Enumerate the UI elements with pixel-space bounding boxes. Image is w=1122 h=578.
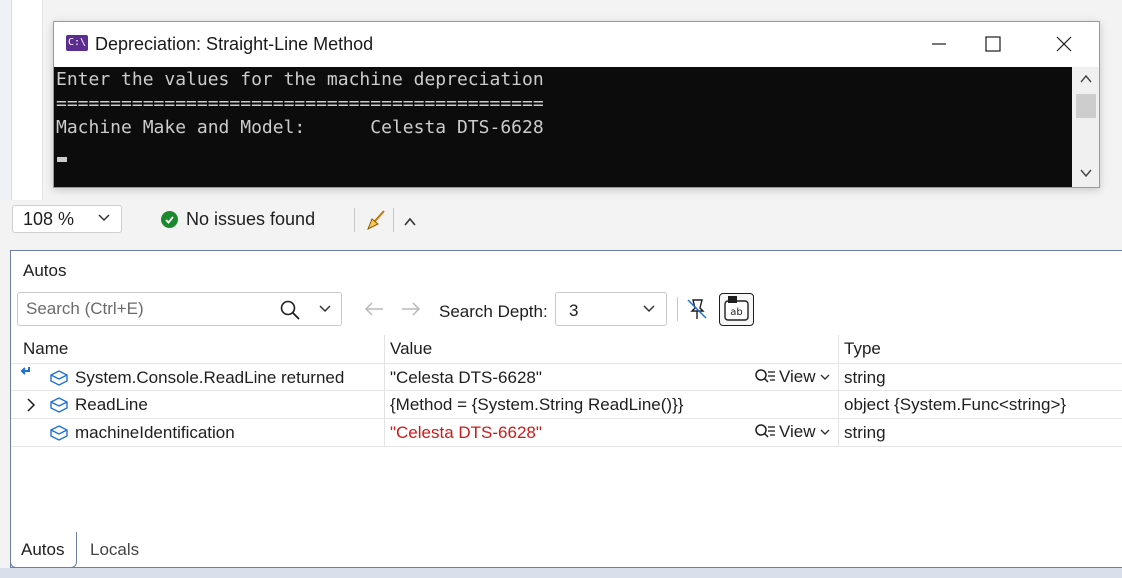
visualizer-view-button[interactable]: View [754, 367, 831, 387]
chevron-down-icon [820, 374, 830, 380]
console-window[interactable]: C:\ Depreciation: Straight-Line Method E… [53, 21, 1100, 188]
divider [677, 297, 678, 321]
close-icon [1056, 36, 1072, 52]
console-scrollbar[interactable] [1072, 67, 1099, 187]
minimize-button[interactable] [916, 22, 962, 66]
text-visualizer-icon [755, 424, 775, 438]
divider [354, 208, 355, 232]
column-header-value[interactable]: Value [390, 339, 432, 359]
bottom-border [0, 568, 1122, 578]
tab-autos[interactable]: Autos [10, 532, 77, 568]
row-type: string [844, 423, 886, 442]
chevron-down-icon [820, 429, 830, 435]
zoom-dropdown[interactable]: 108 % [12, 205, 122, 233]
text-visualizer-icon [755, 369, 775, 383]
chevron-down-icon [98, 214, 110, 222]
object-icon [50, 370, 68, 386]
search-box[interactable] [17, 292, 342, 326]
autos-window: Autos Search Depth: 3 ab Name Value Type… [10, 250, 1122, 568]
arrow-right-icon[interactable] [400, 301, 422, 317]
console-window-title: Depreciation: Straight-Line Method [95, 34, 374, 54]
broom-icon [367, 210, 385, 231]
console-titlebar[interactable]: C:\ Depreciation: Straight-Line Method [54, 22, 1099, 66]
grid-header: Name Value Type [11, 335, 1122, 363]
chevron-down-icon [643, 305, 655, 313]
pin-icon [687, 299, 707, 319]
object-icon [50, 397, 68, 413]
column-header-type[interactable]: Type [844, 339, 881, 359]
close-button[interactable] [1041, 22, 1087, 66]
row-name: ReadLine [75, 395, 148, 414]
object-icon [50, 425, 68, 441]
scroll-up-icon [1080, 74, 1092, 83]
console-line: ========================================… [56, 93, 544, 114]
expand-button[interactable] [403, 212, 417, 233]
row-type: string [844, 368, 886, 387]
scrollbar-thumb[interactable] [1076, 94, 1096, 118]
table-row[interactable]: machineIdentification "Celesta DTS-6628"… [11, 419, 1122, 447]
svg-text:ab: ab [730, 307, 742, 318]
row-value-changed: "Celesta DTS-6628" [390, 423, 542, 442]
row-type: object {System.Func<string>} [844, 395, 1067, 414]
code-cleanup-button[interactable] [364, 208, 388, 237]
issues-status[interactable]: No issues found [186, 209, 315, 230]
row-value: "Celesta DTS-6628" [390, 368, 542, 387]
row-name: System.Console.ReadLine returned [75, 368, 345, 387]
view-label: View [779, 367, 816, 386]
check-circle-icon [161, 211, 178, 228]
console-cursor [57, 157, 67, 162]
visualizer-view-button[interactable]: View [754, 422, 831, 442]
panel-title: Autos [23, 261, 67, 280]
row-name: machineIdentification [75, 423, 235, 442]
console-line: Machine Make and Model: Celesta DTS-6628 [56, 117, 544, 138]
console-line: Enter the values for the machine depreci… [56, 69, 544, 90]
search-depth-label: Search Depth: [439, 302, 548, 321]
minimize-icon [932, 43, 946, 45]
search-icon[interactable] [280, 300, 300, 320]
search-input[interactable] [26, 299, 266, 319]
console-app-icon: C:\ [66, 35, 88, 51]
console-output[interactable]: Enter the values for the machine depreci… [54, 67, 1072, 187]
text-format-icon: ab [724, 296, 749, 321]
table-row[interactable]: System.Console.ReadLine returned "Celest… [11, 363, 1122, 391]
scroll-down-icon [1080, 169, 1092, 178]
pin-button[interactable] [684, 296, 710, 327]
maximize-icon [985, 36, 1001, 52]
arrow-left-icon[interactable] [363, 301, 385, 317]
search-depth-dropdown[interactable]: 3 [555, 292, 667, 326]
return-value-icon [20, 367, 30, 375]
view-label: View [779, 422, 816, 441]
maximize-button[interactable] [970, 22, 1016, 66]
column-header-name[interactable]: Name [23, 339, 68, 359]
tab-locals[interactable]: Locals [90, 540, 139, 560]
chevron-down-icon[interactable] [318, 304, 332, 314]
tab-label: Autos [21, 540, 65, 559]
chevron-up-icon [404, 217, 416, 226]
chevron-right-icon[interactable] [25, 397, 37, 413]
editor-margin [12, 0, 43, 200]
hex-display-button[interactable]: ab [719, 293, 754, 326]
table-row[interactable]: ReadLine {Method = {System.String ReadLi… [11, 391, 1122, 419]
zoom-value: 108 % [23, 209, 75, 229]
search-depth-value: 3 [569, 301, 579, 320]
row-value: {Method = {System.String ReadLine()}} [390, 395, 684, 414]
divider [393, 208, 394, 232]
